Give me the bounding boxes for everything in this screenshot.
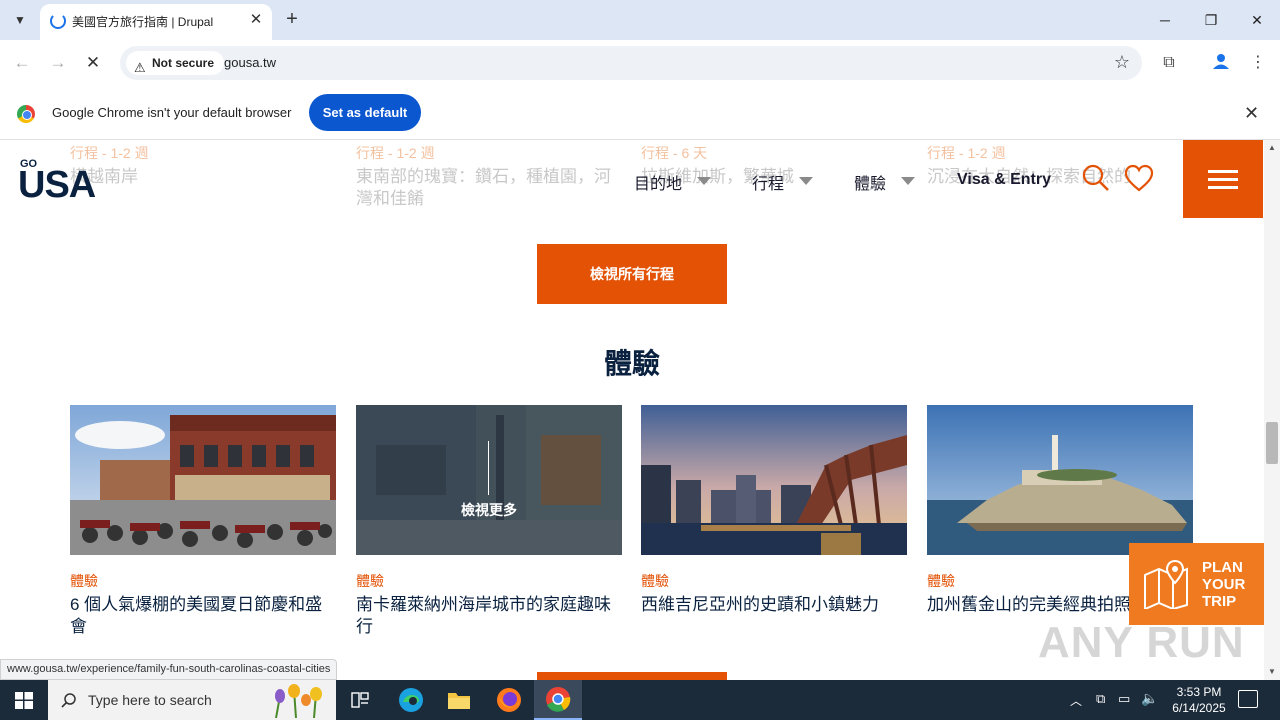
scrollbar-thumb[interactable] xyxy=(1266,422,1278,464)
security-label: Not secure xyxy=(152,56,215,70)
task-view-icon[interactable] xyxy=(336,680,384,720)
hamburger-menu-icon[interactable] xyxy=(1183,140,1263,218)
restore-icon[interactable]: ❐ xyxy=(1196,8,1226,32)
nav-trips[interactable]: 行程 xyxy=(752,170,784,194)
stop-loading-icon[interactable]: ✕ xyxy=(81,51,105,75)
tab-search-chevron-icon[interactable]: ▼ xyxy=(8,8,32,32)
anyrun-watermark: ANY RUN xyxy=(1038,618,1245,667)
card-tag: 體驗 xyxy=(927,573,955,589)
scroll-down-arrow-icon[interactable]: ▼ xyxy=(1264,664,1280,680)
status-bar-url: www.gousa.tw/experience/family-fun-south… xyxy=(0,659,338,680)
caret-down-icon[interactable] xyxy=(901,177,915,185)
volume-icon[interactable]: 🔈 xyxy=(1141,690,1158,707)
taskbar-search-box[interactable]: Type here to search xyxy=(48,680,336,720)
back-arrow-icon[interactable]: ← xyxy=(10,51,34,75)
browser-tab-active[interactable]: 美國官方旅行指南 | Drupal ✕ xyxy=(40,4,272,40)
caret-down-icon[interactable] xyxy=(697,177,711,185)
card-tag: 體驗 xyxy=(356,573,384,589)
nav-visa-entry[interactable]: Visa & Entry xyxy=(957,171,1051,189)
tray-clock[interactable]: 3:53 PM 6/14/2025 xyxy=(1160,684,1238,716)
extensions-puzzle-icon[interactable]: ⧉ xyxy=(1157,52,1181,74)
page-scrollbar[interactable] xyxy=(1264,140,1280,680)
infobar-message: Google Chrome isn't your default browser xyxy=(52,105,292,120)
default-browser-infobar: Google Chrome isn't your default browser… xyxy=(0,86,1280,140)
windows-start-icon[interactable] xyxy=(0,680,48,720)
card-image-festival[interactable] xyxy=(70,405,336,555)
view-all-experiences-button[interactable] xyxy=(537,672,727,680)
forward-arrow-icon[interactable]: → xyxy=(46,51,70,75)
security-chip[interactable]: ⚠ Not secure xyxy=(126,51,225,75)
new-tab-button[interactable]: + xyxy=(281,8,303,30)
warning-triangle-icon: ⚠ xyxy=(134,60,146,75)
heart-favorites-icon[interactable] xyxy=(1124,164,1154,192)
caret-down-icon[interactable] xyxy=(799,177,813,185)
plan-your-trip-button[interactable]: PLAN YOUR TRIP xyxy=(1129,543,1264,625)
card-tag: 體驗 xyxy=(641,573,669,589)
card-hover-overlay[interactable]: 檢視更多 xyxy=(356,405,622,555)
infobar-close-icon[interactable]: ✕ xyxy=(1244,103,1259,124)
chrome-logo-icon xyxy=(17,105,35,123)
url-text[interactable]: gousa.tw xyxy=(224,55,276,70)
tray-device-icon[interactable]: ⧉ xyxy=(1096,691,1105,707)
logo-usa-text[interactable]: USA xyxy=(18,164,96,207)
set-as-default-button[interactable]: Set as default xyxy=(309,94,421,131)
card-title-link[interactable]: 西維吉尼亞州的史蹟和小鎮魅力 xyxy=(641,594,907,616)
taskbar-search-placeholder: Type here to search xyxy=(88,692,212,708)
section-title: 體驗 xyxy=(603,348,660,379)
profile-avatar-icon[interactable] xyxy=(1209,52,1233,74)
taskbar-search-icon xyxy=(61,693,76,708)
loading-spinner-icon xyxy=(50,13,66,29)
edge-browser-icon[interactable] xyxy=(387,680,435,720)
notifications-icon[interactable] xyxy=(1238,690,1258,708)
search-icon[interactable] xyxy=(1082,164,1110,192)
browser-toolbar: ← → ✕ ⚠ Not secure gousa.tw ☆ ⧉ ⋮ xyxy=(0,40,1280,86)
firefox-icon[interactable] xyxy=(485,680,533,720)
tab-close-icon[interactable]: ✕ xyxy=(246,10,266,30)
clock-date: 6/14/2025 xyxy=(1172,701,1226,715)
plan-trip-label: PLAN YOUR TRIP xyxy=(1202,559,1246,610)
browser-tab-strip: ▼ 美國官方旅行指南 | Drupal ✕ + ─ ❐ ✕ xyxy=(0,0,1280,40)
card-image-carolina[interactable]: 檢視更多 xyxy=(356,405,622,555)
nav-experiences[interactable]: 體驗 xyxy=(854,170,886,194)
map-pin-icon xyxy=(1144,559,1188,609)
card-image-west-virginia[interactable] xyxy=(641,405,907,555)
tray-chevron-icon[interactable]: ︿ xyxy=(1070,692,1082,709)
card-image-san-francisco[interactable] xyxy=(927,405,1193,555)
tulips-decoration-icon xyxy=(275,684,322,718)
page-viewport: 行程 - 1-2 週 橫越南岸 行程 - 1-2 週 東南部的瑰寶：鑽石，種植園… xyxy=(0,140,1264,680)
overlay-divider xyxy=(488,441,489,495)
card-title-link[interactable]: 6 個人氣爆棚的美國夏日節慶和盛會 xyxy=(70,594,336,638)
minimize-icon[interactable]: ─ xyxy=(1150,8,1180,32)
view-more-link[interactable]: 檢視更多 xyxy=(356,500,622,520)
file-explorer-icon[interactable] xyxy=(435,680,483,720)
network-icon[interactable]: ▭ xyxy=(1118,691,1130,707)
chrome-taskbar-icon[interactable] xyxy=(534,680,582,720)
view-all-trips-button[interactable]: 檢視所有行程 xyxy=(537,244,727,304)
windows-taskbar: Type here to search ︿ ⧉ ▭ 🔈 3:53 PM 6/14… xyxy=(0,680,1280,720)
browser-menu-icon[interactable]: ⋮ xyxy=(1246,52,1270,74)
nav-destinations[interactable]: 目的地 xyxy=(634,170,682,194)
bookmark-star-icon[interactable]: ☆ xyxy=(1114,52,1130,73)
card-title-link[interactable]: 南卡羅萊納州海岸城市的家庭趣味行 xyxy=(356,594,622,638)
window-close-icon[interactable]: ✕ xyxy=(1242,8,1272,32)
clock-time: 3:53 PM xyxy=(1176,685,1222,699)
tab-title: 美國官方旅行指南 | Drupal xyxy=(72,15,214,29)
scroll-up-arrow-icon[interactable]: ▲ xyxy=(1264,140,1280,156)
site-header: GO USA 目的地 行程 體驗 Visa & Entry xyxy=(0,140,1264,218)
card-tag: 體驗 xyxy=(70,573,98,589)
address-bar[interactable]: ⚠ Not secure gousa.tw ☆ xyxy=(120,46,1142,80)
